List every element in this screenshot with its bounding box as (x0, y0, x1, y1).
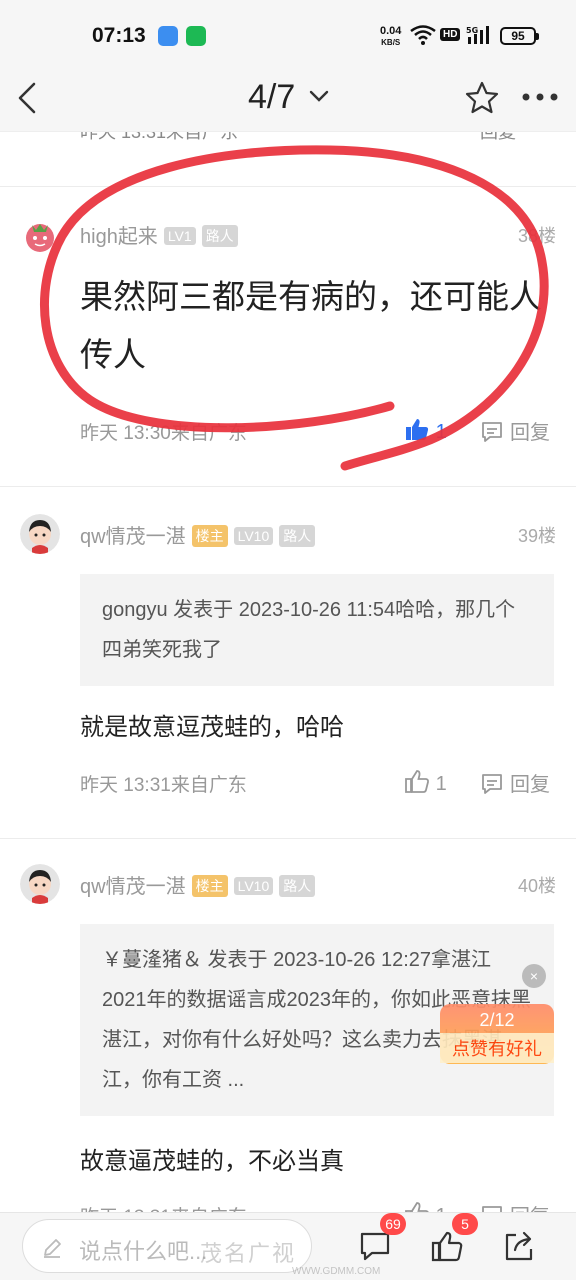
avatar[interactable] (20, 216, 60, 256)
page-indicator[interactable]: 4/7 (248, 78, 295, 117)
floor-number: 40楼 (517, 876, 556, 896)
owner-badge: 楼主 (191, 875, 228, 897)
comment-meta: 昨天 13:30来自广东 (80, 423, 247, 444)
username[interactable]: qw情茂一湛 楼主 LV10 路人 (80, 870, 316, 899)
promo-close-button[interactable]: × (522, 964, 546, 988)
svg-text:5G: 5G (466, 26, 478, 35)
page: 07:13 0.04 KB/S HD 5G 95 4/7 昨天 13:31来自广… (0, 0, 576, 1280)
avatar[interactable] (20, 864, 60, 904)
comment-text: 故意逼茂蛙的，不必当真 (80, 1148, 344, 1175)
divider (0, 838, 576, 839)
reply-button[interactable]: 回复 (480, 768, 550, 797)
weather-app-icon (158, 26, 178, 46)
reply-button[interactable]: 回复 (480, 416, 550, 445)
comment-meta: 昨天 13:31来自广东 (80, 775, 247, 796)
reply-icon (482, 1206, 502, 1212)
hd-icon: HD (440, 28, 461, 41)
thumbs-up-icon (405, 770, 429, 793)
like-button[interactable]: 1 (404, 416, 447, 444)
avatar-image (20, 514, 60, 554)
status-bar: 07:13 0.04 KB/S HD 5G 95 (0, 0, 576, 66)
avatar[interactable] (20, 514, 60, 554)
quoted-comment[interactable]: gongyu 发表于 2023-10-26 11:54哈哈，那几个四弟笑死我了 (80, 574, 554, 686)
comment-text: 果然阿三都是有病的，还可能人传人 (80, 278, 542, 373)
reply-button[interactable]: 回复 (480, 1200, 550, 1212)
avatar-image (26, 224, 54, 252)
like-count-badge: 5 (452, 1213, 478, 1235)
promo-count: 2/12 (479, 1010, 515, 1030)
status-time: 07:13 (92, 24, 146, 47)
thumbs-up-icon (406, 419, 429, 440)
comment-count-badge: 69 (380, 1213, 406, 1235)
comment-meta: 昨天 13:31来自广东 (80, 1202, 247, 1212)
battery-indicator: 95 (500, 27, 539, 45)
reply-icon (482, 422, 502, 442)
divider (0, 186, 576, 187)
username[interactable]: qw情茂一湛 楼主 LV10 路人 (80, 520, 316, 549)
chevron-down-icon[interactable] (308, 88, 330, 104)
level-badge: LV10 (233, 877, 274, 895)
pencil-icon (44, 1239, 61, 1258)
comment-text: 就是故意逗茂蛙的，哈哈 (80, 714, 344, 741)
thumbs-up-icon (405, 1202, 429, 1212)
star-icon[interactable] (464, 80, 500, 116)
floor-number: 38楼 (517, 226, 556, 246)
cell-signal-icon: 5G (466, 26, 489, 44)
prev-post-reply[interactable]: 回复 (480, 132, 516, 144)
watermark: 茂名广视 (200, 1241, 297, 1266)
level-badge: LV10 (233, 527, 274, 545)
reply-icon (482, 774, 502, 794)
back-arrow-icon[interactable] (14, 80, 44, 116)
wifi-icon (410, 25, 436, 45)
role-badge: 路人 (201, 225, 238, 247)
share-icon[interactable] (502, 1229, 536, 1263)
promo-text: 点赞有好礼 (440, 1033, 554, 1063)
level-badge: LV1 (163, 227, 196, 245)
network-speed: 0.04 KB/S (380, 25, 402, 48)
divider (0, 486, 576, 487)
nav-bar: 4/7 (0, 66, 576, 132)
promo-widget[interactable]: 2/12 点赞有好礼 (440, 1004, 554, 1064)
role-badge: 路人 (279, 525, 316, 547)
comment-input-placeholder: 说点什么吧... (79, 1239, 208, 1264)
like-button[interactable]: 1 (404, 1200, 447, 1212)
username[interactable]: high起来 LV1 路人 (80, 220, 238, 249)
role-badge: 路人 (279, 875, 316, 897)
avatar-image (20, 864, 60, 904)
watermark-url: WWW.GDMM.COM (292, 1266, 381, 1277)
floor-number: 39楼 (517, 526, 556, 546)
messages-app-icon (186, 26, 206, 46)
more-options-icon[interactable] (520, 82, 560, 112)
prev-post-meta: 昨天 13:31来自广东 (80, 132, 239, 142)
owner-badge: 楼主 (191, 525, 228, 547)
like-button[interactable]: 1 (404, 768, 447, 796)
